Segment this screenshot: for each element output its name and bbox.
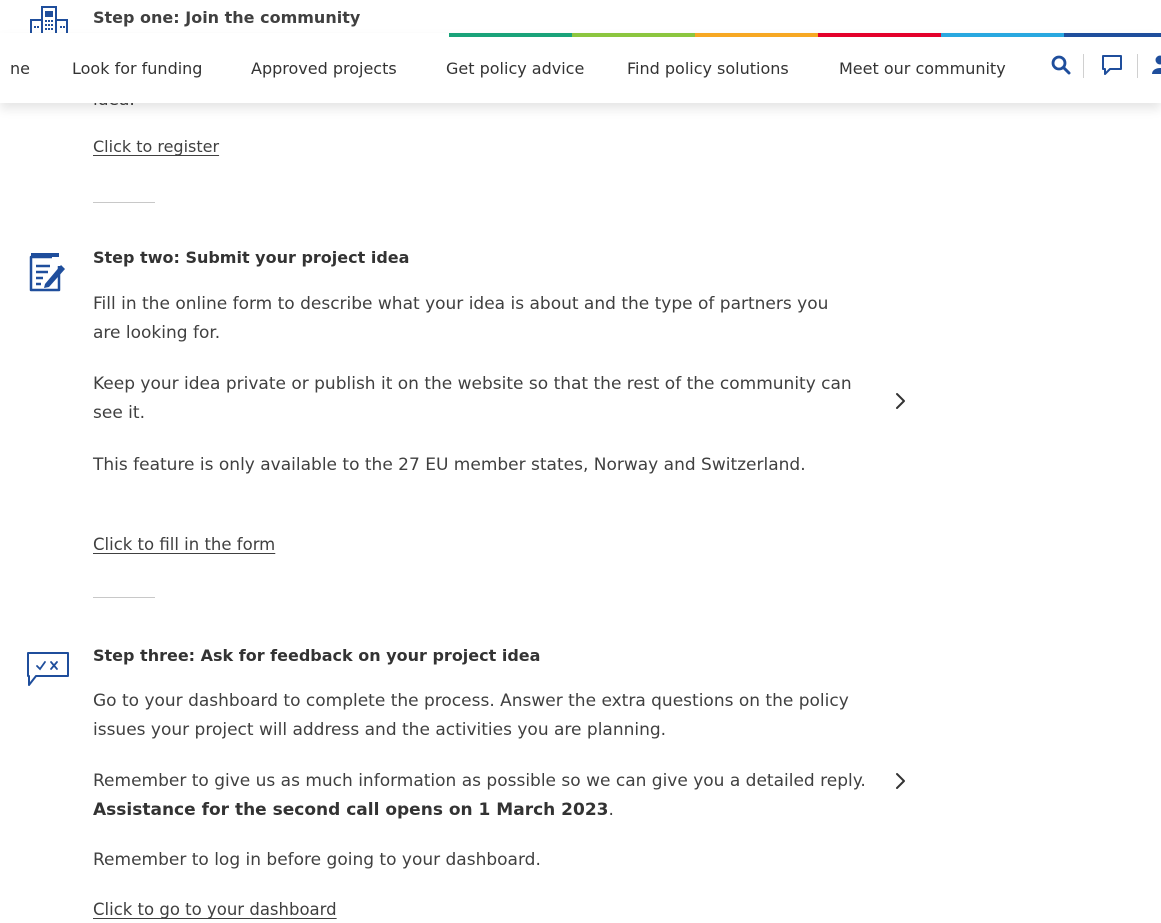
step-three-paragraph: Remember to give us as much information … xyxy=(93,767,873,825)
community-building-icon xyxy=(30,6,68,35)
strip-orange xyxy=(695,33,818,37)
main-navbar: ne Look for funding Approved projects Ge… xyxy=(0,33,1161,103)
brand-color-strip xyxy=(449,33,1161,37)
paragraph-text: . xyxy=(608,800,614,820)
step-three-paragraph: Go to your dashboard to complete the pro… xyxy=(93,691,849,740)
step-two-title: Step two: Submit your project idea xyxy=(93,248,410,267)
chevron-right-icon[interactable] xyxy=(893,392,907,410)
step-two-paragraph: This feature is only available to the 27… xyxy=(93,455,806,475)
nav-item-look-for-funding[interactable]: Look for funding xyxy=(72,59,202,78)
nav-item-find-policy-solutions[interactable]: Find policy solutions xyxy=(627,59,789,78)
search-icon[interactable] xyxy=(1051,55,1071,75)
step-divider xyxy=(93,597,155,598)
register-link[interactable]: Click to register xyxy=(93,137,219,156)
strip-navy xyxy=(1064,33,1161,37)
nav-item-get-policy-advice[interactable]: Get policy advice xyxy=(446,59,584,78)
step-two-paragraph: Keep your idea private or publish it on … xyxy=(93,374,852,423)
fill-form-link[interactable]: Click to fill in the form xyxy=(93,535,275,554)
form-edit-icon xyxy=(29,253,65,292)
strip-green xyxy=(449,33,572,37)
user-icon[interactable] xyxy=(1152,55,1161,75)
nav-item-approved-projects[interactable]: Approved projects xyxy=(251,59,397,78)
chat-icon[interactable] xyxy=(1101,54,1123,76)
step-three-paragraph: Remember to log in before going to your … xyxy=(93,850,541,870)
step-divider xyxy=(93,202,155,203)
chevron-right-icon[interactable] xyxy=(893,772,907,790)
step-two-paragraph: Fill in the online form to describe what… xyxy=(93,294,829,343)
step-one-header xyxy=(29,6,69,36)
strip-lime xyxy=(572,33,695,37)
nav-separator xyxy=(1137,54,1138,78)
nav-separator xyxy=(1083,54,1084,78)
strip-red xyxy=(818,33,941,37)
nav-item-home[interactable]: ne xyxy=(10,59,30,78)
step-one-title: Step one: Join the community xyxy=(93,8,361,27)
dashboard-link[interactable]: Click to go to your dashboard xyxy=(93,900,337,919)
step-three-title: Step three: Ask for feedback on your pro… xyxy=(93,646,541,665)
feedback-bubble-icon xyxy=(27,652,69,686)
paragraph-text: Remember to give us as much information … xyxy=(93,771,866,791)
nav-item-meet-our-community[interactable]: Meet our community xyxy=(839,59,1006,78)
strip-blue xyxy=(941,33,1064,37)
second-call-date-notice: Assistance for the second call opens on … xyxy=(93,800,609,820)
